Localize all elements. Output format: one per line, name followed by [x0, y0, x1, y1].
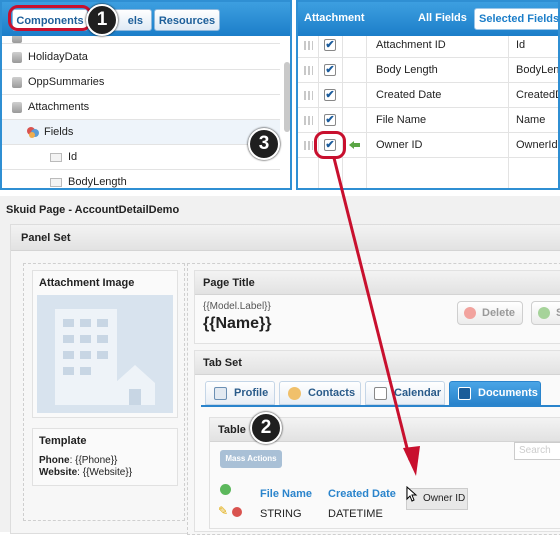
callout-badge-3: 3 [248, 128, 280, 160]
cursor-icon [406, 486, 418, 502]
callout-badge-2: 2 [250, 412, 282, 444]
drag-arrow-icon [332, 157, 420, 476]
callout-badge-1: 1 [86, 4, 118, 36]
